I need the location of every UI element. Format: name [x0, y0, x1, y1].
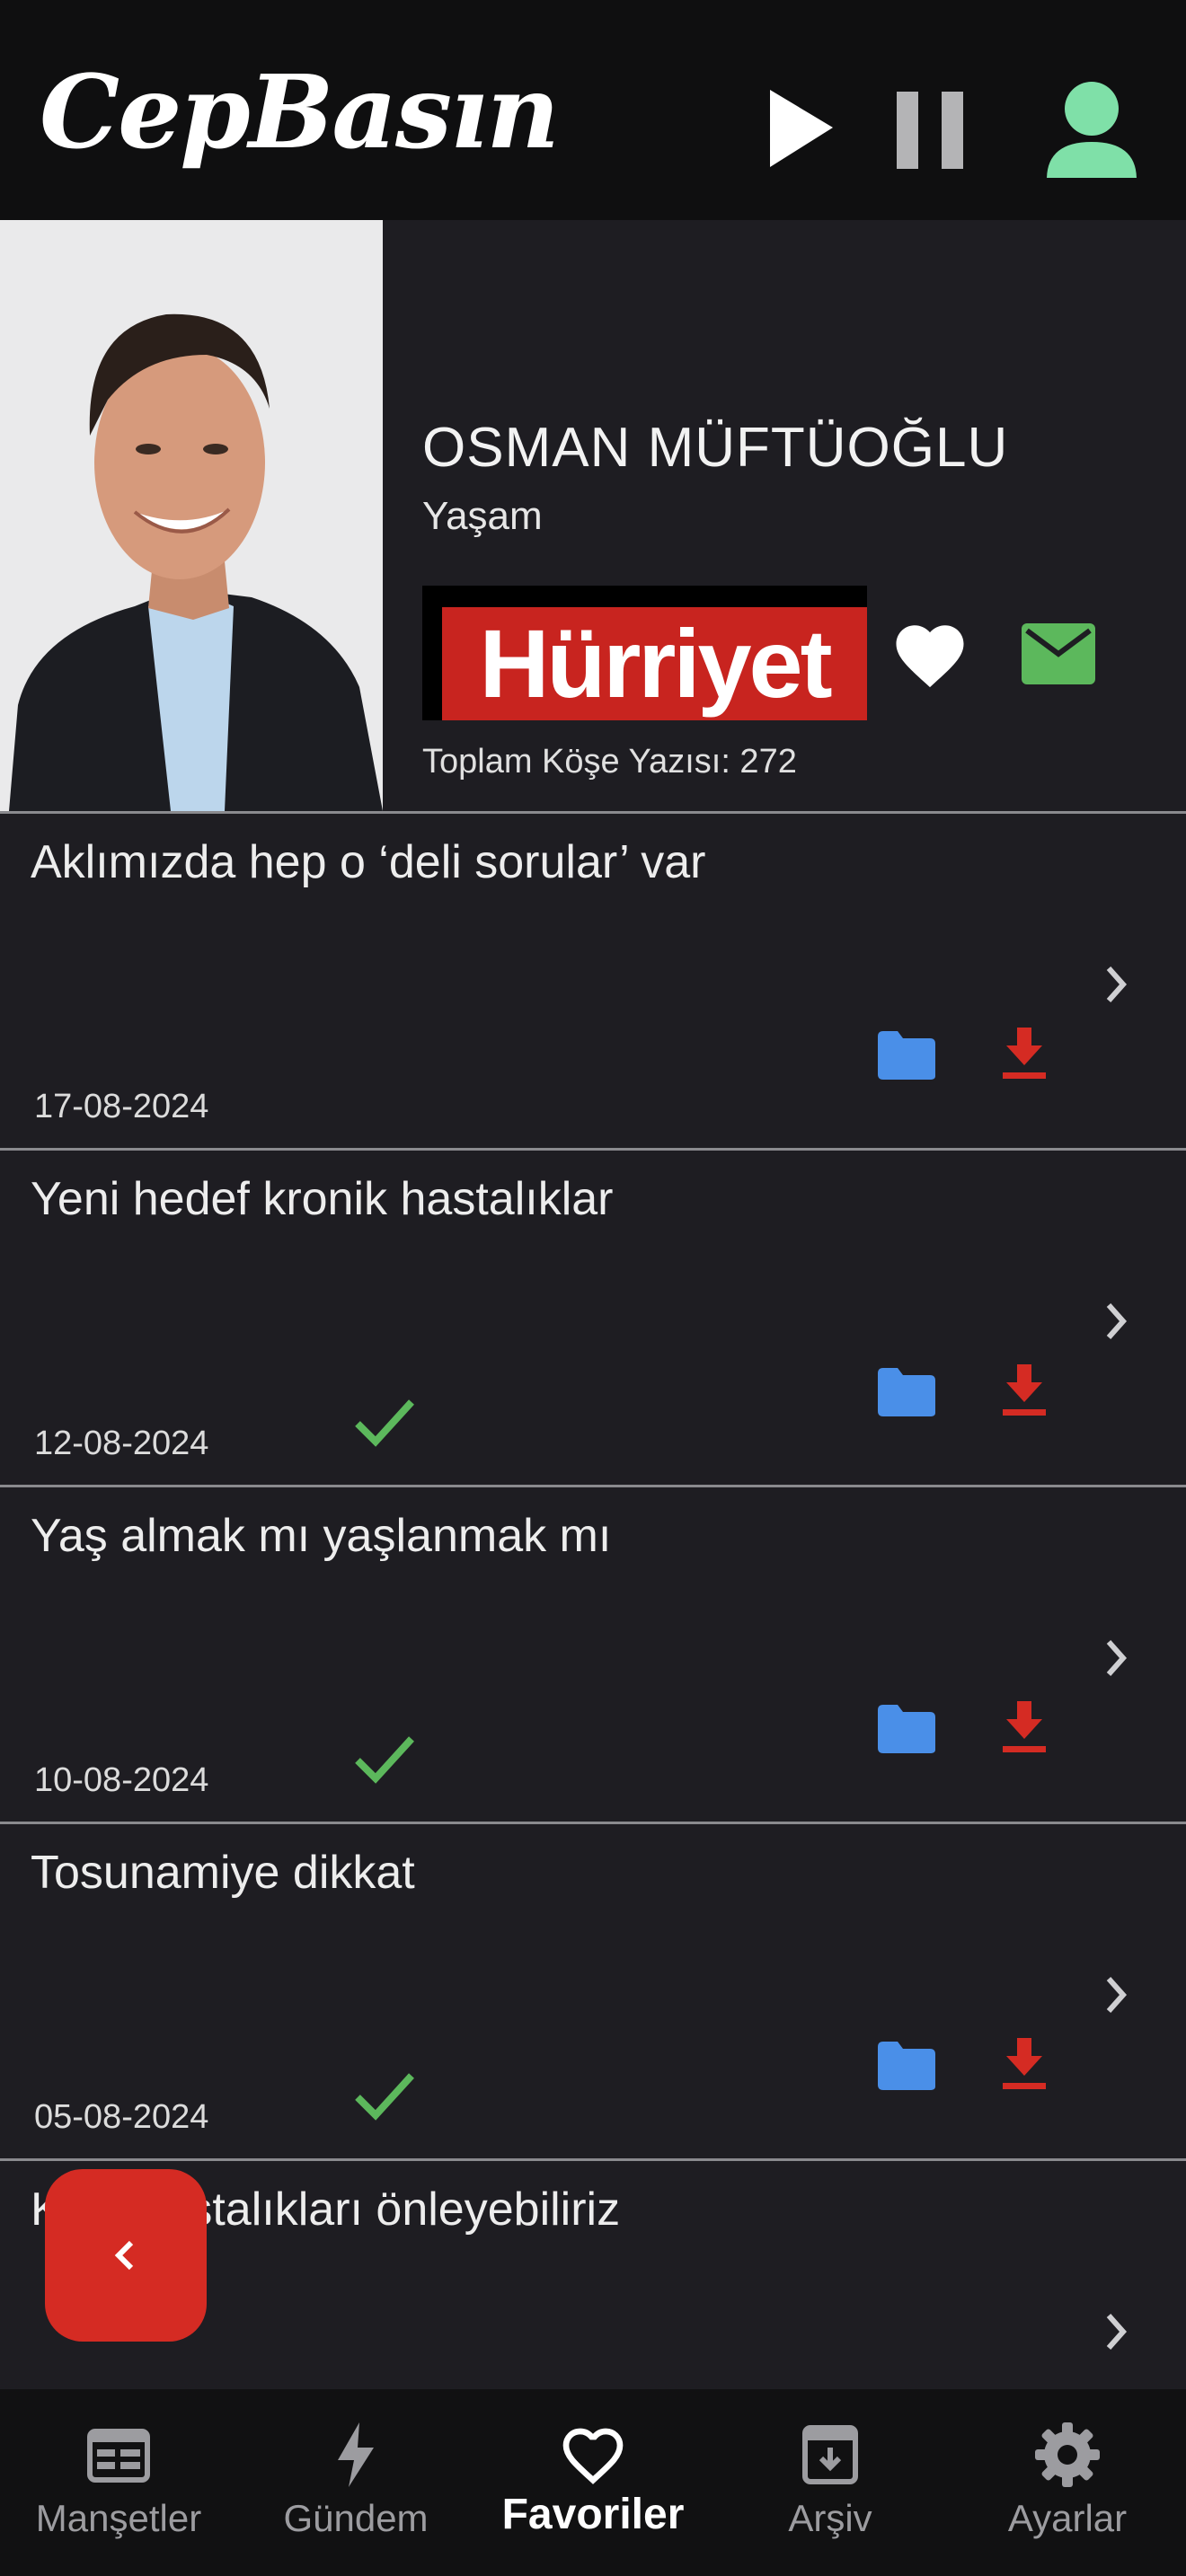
- download-button[interactable]: [999, 1026, 1049, 1081]
- open-article-button[interactable]: [1098, 957, 1134, 1011]
- folder-icon: [878, 1031, 935, 1080]
- download-icon: [1003, 2038, 1046, 2089]
- open-article-button[interactable]: [1098, 1631, 1134, 1685]
- tab-label: Favoriler: [501, 2491, 685, 2538]
- newspaper-icon: [87, 2429, 150, 2483]
- heart-icon: [896, 625, 964, 688]
- pause-button[interactable]: [881, 81, 979, 180]
- favorite-button[interactable]: [890, 615, 970, 696]
- play-button[interactable]: [750, 81, 849, 180]
- gear-icon: [1035, 2422, 1100, 2487]
- newspaper-logo-text: Hürriyet: [479, 609, 832, 718]
- article-date: 05-08-2024: [34, 2098, 209, 2136]
- app-header: CepBasın: [0, 0, 1186, 220]
- chevron-right-icon: [1106, 1303, 1128, 1339]
- open-article-button[interactable]: [1098, 1968, 1134, 2022]
- article-title: Tosunamiye dikkat: [31, 1847, 415, 1899]
- person-icon: [1047, 82, 1137, 180]
- open-article-button[interactable]: [1098, 1294, 1134, 1348]
- author-name: OSMAN MÜFTÜOĞLU: [422, 417, 1009, 479]
- bolt-icon: [338, 2422, 374, 2487]
- tab-arsiv[interactable]: Arşiv: [712, 2389, 949, 2576]
- article-title: Yaş almak mı yaşlanmak mı: [31, 1510, 612, 1562]
- folder-icon: [878, 1368, 935, 1416]
- folder-button[interactable]: [876, 1029, 937, 1081]
- article-row[interactable]: Tosunamiye dikkat 05-08-2024: [0, 1822, 1186, 2158]
- open-article-button[interactable]: [1098, 2305, 1134, 2359]
- folder-button[interactable]: [876, 1703, 937, 1755]
- tab-favoriler[interactable]: Favoriler: [474, 2389, 712, 2576]
- article-row[interactable]: Yaş almak mı yaşlanmak mı 10-08-2024: [0, 1485, 1186, 1822]
- folder-icon: [878, 2042, 935, 2090]
- download-button[interactable]: [999, 2036, 1049, 2092]
- chevron-right-icon: [1106, 1640, 1128, 1676]
- total-articles-count: Toplam Köşe Yazısı: 272: [422, 743, 797, 781]
- article-date: 10-08-2024: [34, 1761, 209, 1799]
- author-category: Yaşam: [422, 494, 543, 538]
- tab-label: Ayarlar: [1007, 2497, 1128, 2539]
- download-icon: [1003, 1028, 1046, 1079]
- article-title: Yeni hedef kronik hastalıklar: [31, 1173, 614, 1225]
- tab-label: Arşiv: [788, 2497, 872, 2539]
- read-check-icon: [352, 1732, 417, 1786]
- author-panel: OSMAN MÜFTÜOĞLU Yaşam Hürriyet Toplam Kö…: [0, 220, 1186, 811]
- back-button[interactable]: [45, 2169, 207, 2342]
- download-icon: [1003, 1364, 1046, 1416]
- article-row[interactable]: Aklımızda hep o ‘deli sorular’ var 17-08…: [0, 811, 1186, 1148]
- tab-label: Manşetler: [35, 2497, 202, 2539]
- tab-ayarlar[interactable]: Ayarlar: [949, 2389, 1186, 2576]
- archive-icon: [802, 2425, 858, 2484]
- download-icon: [1003, 1701, 1046, 1752]
- article-date: 12-08-2024: [34, 1425, 209, 1462]
- read-check-icon: [352, 2069, 417, 2122]
- article-title: Aklımızda hep o ‘deli sorular’ var: [31, 836, 706, 888]
- pause-icon: [897, 92, 963, 169]
- article-row[interactable]: Yeni hedef kronik hastalıklar 12-08-2024: [0, 1148, 1186, 1485]
- play-icon: [770, 90, 833, 167]
- email-button[interactable]: [1020, 620, 1097, 688]
- app-logo: CepBasın: [40, 54, 560, 172]
- profile-button[interactable]: [1042, 79, 1141, 180]
- read-check-icon: [352, 1395, 417, 1449]
- heart-icon: [562, 2428, 624, 2484]
- download-button[interactable]: [999, 1699, 1049, 1755]
- newspaper-logo[interactable]: Hürriyet: [422, 586, 867, 720]
- author-photo: [0, 220, 383, 811]
- tab-label: Gündem: [283, 2497, 429, 2539]
- chevron-right-icon: [1106, 1977, 1128, 2013]
- tab-gundem[interactable]: Gündem: [237, 2389, 474, 2576]
- mail-icon: [1022, 623, 1095, 684]
- chevron-right-icon: [1106, 966, 1128, 1002]
- download-button[interactable]: [999, 1363, 1049, 1418]
- folder-icon: [878, 1705, 935, 1753]
- tab-mansetler[interactable]: Manşetler: [0, 2389, 237, 2576]
- folder-button[interactable]: [876, 1366, 937, 1418]
- chevron-left-icon: [114, 2240, 134, 2271]
- folder-button[interactable]: [876, 2040, 937, 2092]
- bottom-tab-bar: Manşetler Gündem Favoriler Arşiv Ayarlar: [0, 2389, 1186, 2576]
- article-date: 17-08-2024: [34, 1088, 209, 1125]
- chevron-right-icon: [1106, 2314, 1128, 2350]
